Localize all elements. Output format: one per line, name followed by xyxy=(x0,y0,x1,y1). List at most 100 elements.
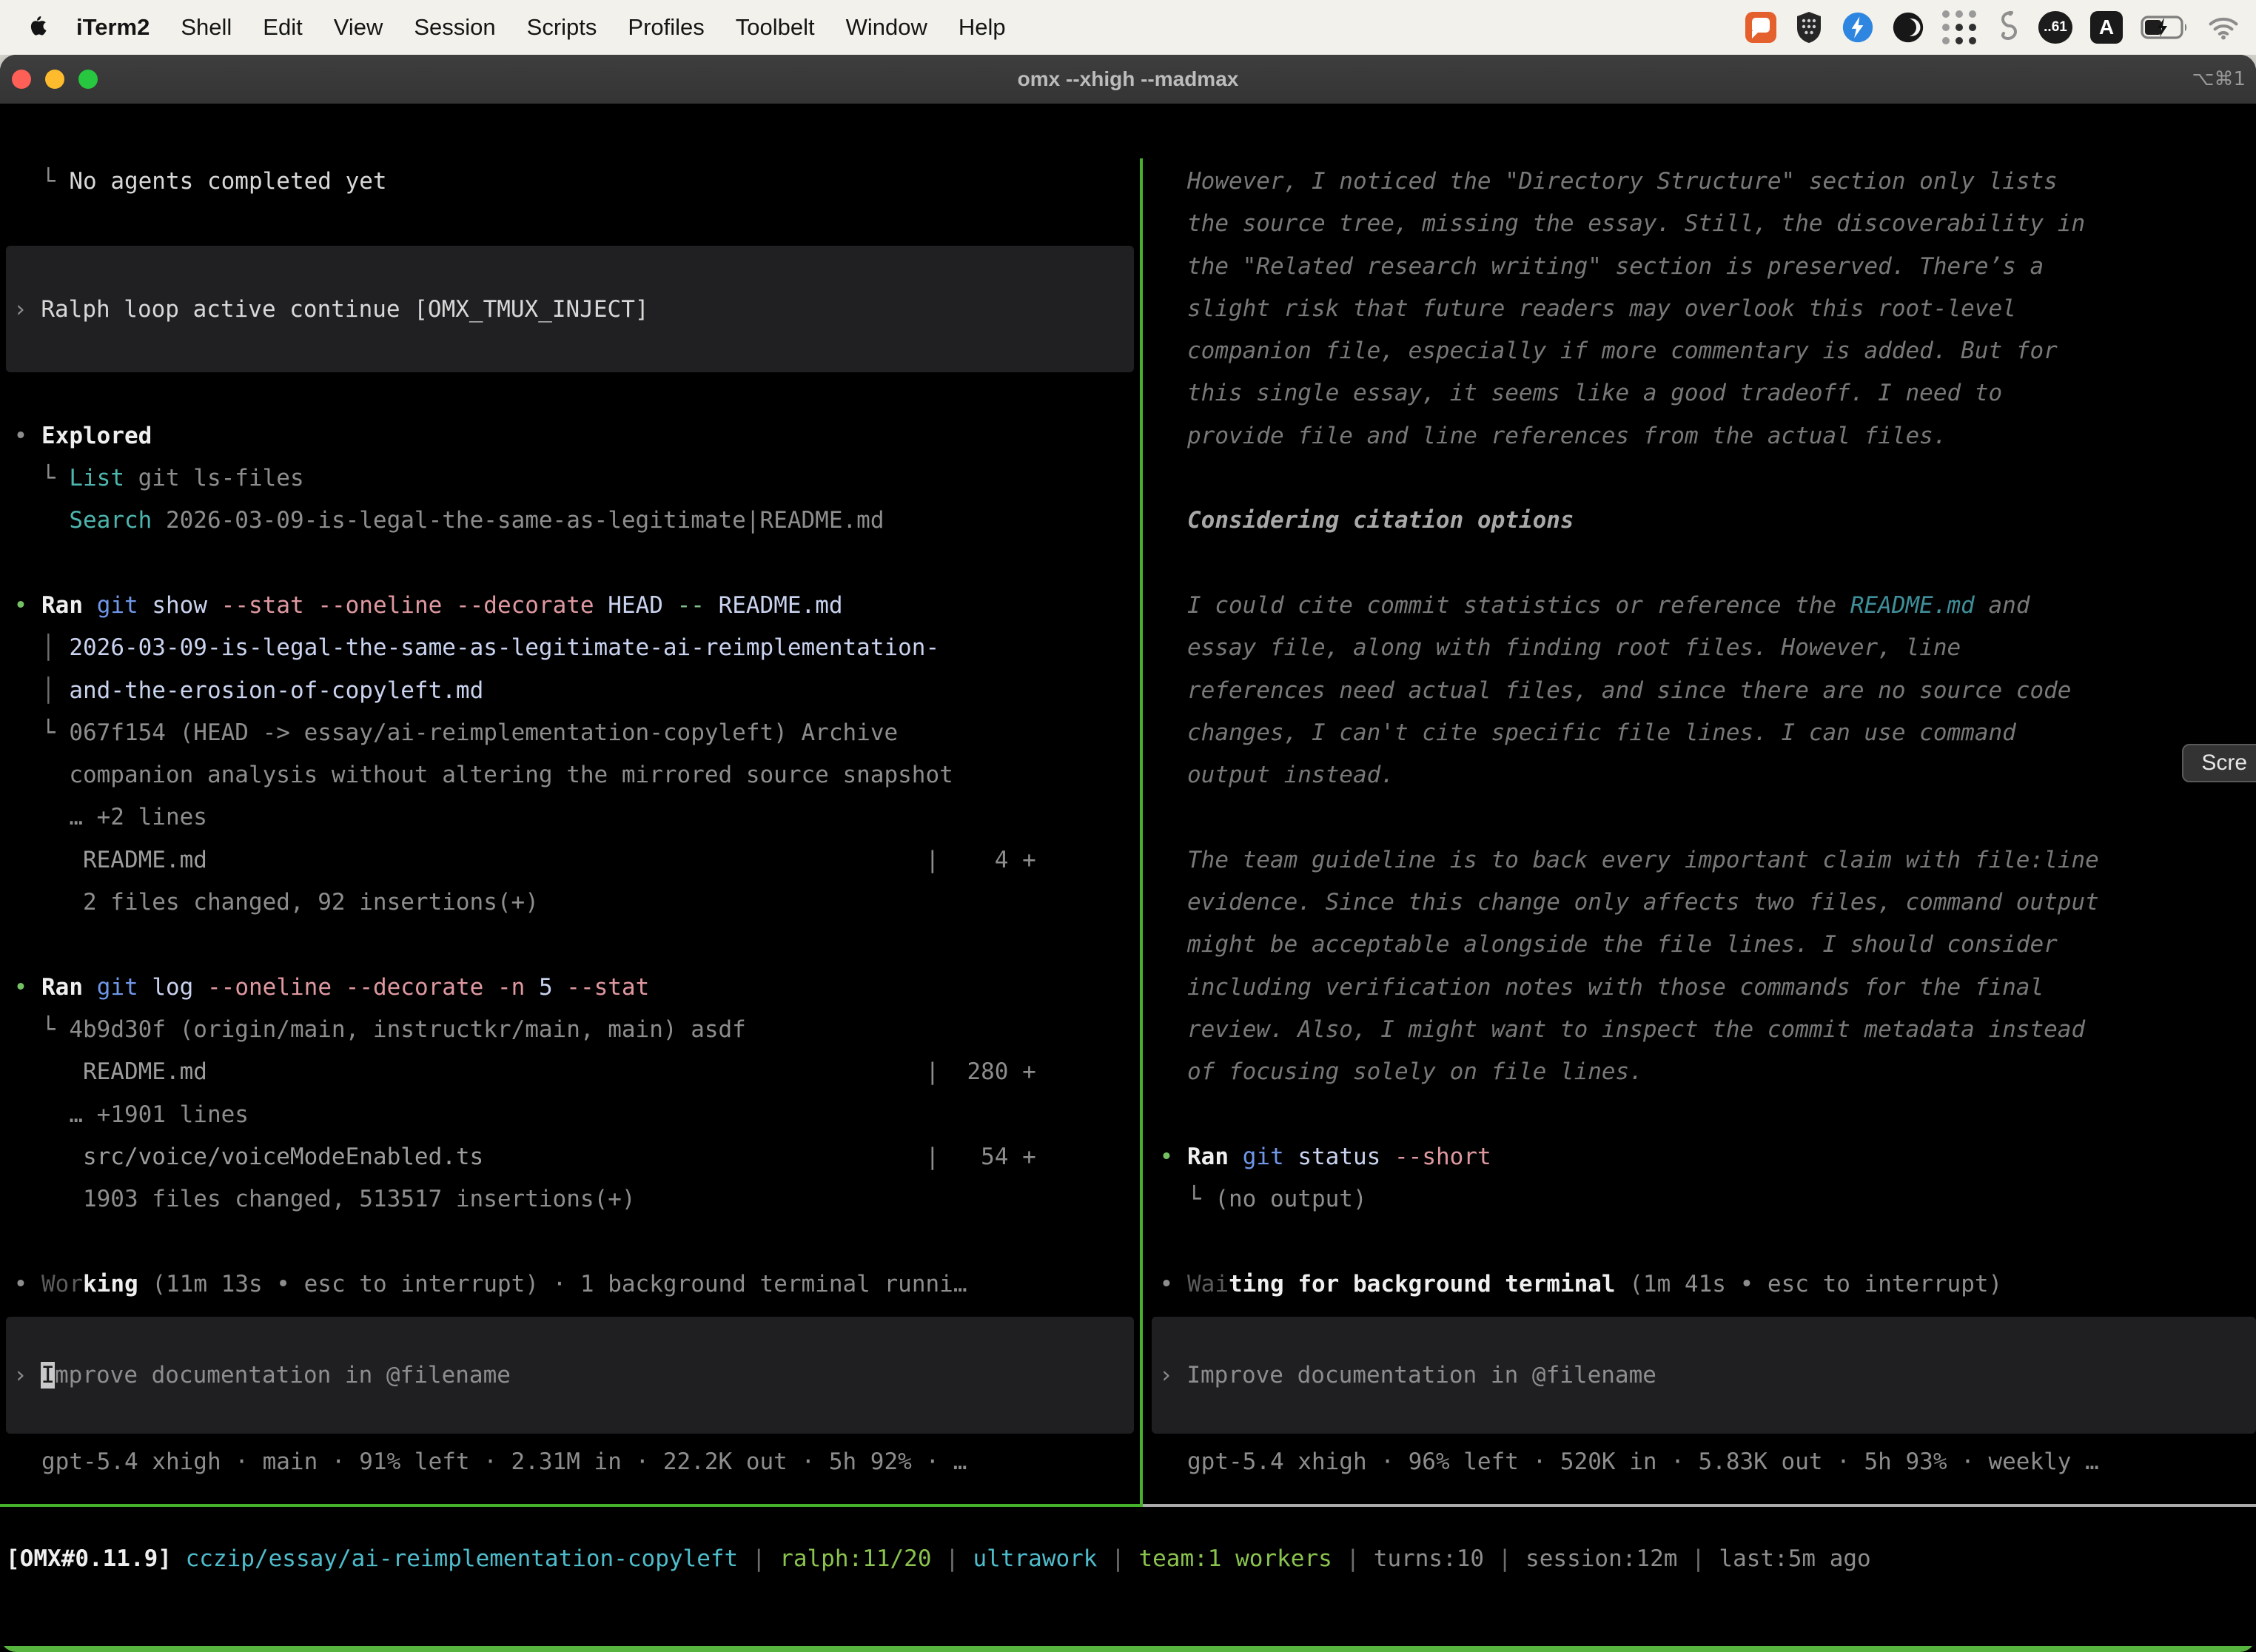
text-segment: review. Also, I might want to inspect th… xyxy=(1146,1016,2085,1043)
text-segment: Ralph loop active continue [OMX_TMUX_INJ… xyxy=(41,296,648,323)
text-segment: src/voice/voiceModeEnabled.ts xyxy=(0,1144,483,1170)
terminal-line: │ and-the-erosion-of-copyleft.md xyxy=(0,670,1140,712)
text-segment: 2026-03-09-is-legal-the-same-as-legitima… xyxy=(69,634,939,661)
text-segment: I xyxy=(41,1362,55,1389)
text-segment: and xyxy=(1975,592,2030,619)
menu-item-window[interactable]: Window xyxy=(830,14,943,41)
text-segment: | xyxy=(1097,1545,1138,1572)
text-segment: 2026-03-09-is-legal-the-same-as-legitima… xyxy=(152,507,884,534)
a-square-label: A xyxy=(2099,16,2114,39)
text-segment: … +1901 lines xyxy=(0,1101,249,1128)
badge-61-icon[interactable]: ..61 xyxy=(2038,11,2072,44)
text-segment: └ xyxy=(1146,1186,1215,1212)
wifi-icon[interactable] xyxy=(2207,15,2240,40)
window-titlebar[interactable]: omx --xhigh --madmax ⌥⌘1 xyxy=(0,55,2256,104)
minimize-button[interactable] xyxy=(45,70,64,89)
prompt-input-right[interactable]: › Improve documentation in @filename xyxy=(1152,1317,2256,1434)
text-segment: | 54 + xyxy=(925,1144,1035,1170)
omx-status-line: [OMX#0.11.9] cczip/essay/ai-reimplementa… xyxy=(6,1538,1871,1580)
menu-item-view[interactable]: View xyxy=(318,14,399,41)
prompt-input-left[interactable]: › Improve documentation in @filename xyxy=(6,1317,1134,1434)
text-segment: cczip/essay/ai-reimplementation-copyleft xyxy=(186,1545,739,1572)
menu-item-scripts[interactable]: Scripts xyxy=(511,14,613,41)
terminal-line: └ (no output) xyxy=(1146,1178,2256,1220)
text-segment: essay file, along with finding root file… xyxy=(1146,634,1961,661)
agent-status-right: gpt-5.4 xhigh · 96% left · 520K in · 5.8… xyxy=(1146,1441,2099,1483)
text-segment: ting for background terminal xyxy=(1229,1271,1616,1297)
text-segment: changes, I can't cite specific file line… xyxy=(1146,719,2016,746)
agent-status-left: gpt-5.4 xhigh · main · 91% left · 2.31M … xyxy=(0,1441,967,1483)
text-segment: Ran xyxy=(41,592,83,619)
moon-circle-icon[interactable] xyxy=(1892,11,1924,44)
zap-circle-icon[interactable] xyxy=(1842,11,1874,44)
terminal-line xyxy=(1146,543,2256,585)
text-segment xyxy=(27,1271,41,1297)
text-segment: README.md xyxy=(0,1058,207,1085)
text-segment: provide file and line references from th… xyxy=(1146,423,1947,449)
a-square-icon[interactable]: A xyxy=(2090,11,2123,44)
menu-item-help[interactable]: Help xyxy=(943,14,1021,41)
dots-grid-icon[interactable] xyxy=(1942,10,1978,45)
text-segment: --oneline --decorate -n xyxy=(207,974,525,1001)
text-segment: 2 files changed, 92 insertions(+) xyxy=(0,889,539,916)
text-segment: │ xyxy=(0,677,69,704)
text-segment: slight risk that future readers may over… xyxy=(1146,295,2016,322)
text-segment: … +2 lines xyxy=(0,804,207,830)
text-segment: -- xyxy=(677,592,705,619)
text-segment: • xyxy=(14,592,28,619)
tmux-pane-left[interactable]: └ No agents completed yet› Ralph loop ac… xyxy=(0,158,1140,1507)
terminal-line: └ 067f154 (HEAD -> essay/ai-reimplementa… xyxy=(0,712,1140,754)
menu-item-session[interactable]: Session xyxy=(398,14,511,41)
text-segment: 4b9d30f (origin/main, instructkr/main, m… xyxy=(69,1016,746,1043)
text-segment xyxy=(1173,1144,1187,1170)
text-segment: (no output) xyxy=(1215,1186,1366,1212)
text-segment: companion file, especially if more comme… xyxy=(1146,338,2058,364)
text-segment: No agents completed yet xyxy=(69,168,386,195)
text-segment: team:1 workers xyxy=(1138,1545,1332,1572)
terminal-line xyxy=(0,1220,1140,1263)
text-segment: • xyxy=(14,1271,28,1297)
menu-items: iTerm2ShellEditViewSessionScriptsProfile… xyxy=(61,14,1021,41)
terminal-line: essay file, along with finding root file… xyxy=(1146,627,2256,669)
text-segment: README.md xyxy=(1850,592,1975,619)
shield-grid-icon[interactable] xyxy=(1794,10,1824,44)
terminal-line: … +1901 lines xyxy=(0,1094,1140,1136)
text-segment: this single essay, it seems like a good … xyxy=(1146,380,2002,406)
text-segment: HEAD xyxy=(594,592,677,619)
macos-menu-bar: iTerm2ShellEditViewSessionScriptsProfile… xyxy=(0,0,2256,55)
text-segment: | xyxy=(1677,1545,1719,1572)
tmux-pane-right[interactable]: However, I noticed the "Directory Struct… xyxy=(1146,158,2256,1507)
close-button[interactable] xyxy=(12,70,31,89)
screen-tooltip-label: Scre xyxy=(2201,751,2247,776)
zoom-button[interactable] xyxy=(78,70,98,89)
apple-menu-icon[interactable] xyxy=(0,15,61,40)
squiggle-icon[interactable] xyxy=(1995,10,2021,45)
terminal-line: … +2 lines xyxy=(0,796,1140,839)
pane-divider[interactable] xyxy=(1140,158,1143,1507)
text-segment: Wai xyxy=(1187,1271,1229,1297)
text-segment: │ xyxy=(0,634,69,661)
terminal-line xyxy=(1146,457,2256,500)
terminal-line: • Explored xyxy=(0,415,1140,457)
text-segment: of focusing solely on file lines. xyxy=(1146,1058,1643,1085)
terminal-line xyxy=(1146,1220,2256,1263)
chat-badge-icon[interactable] xyxy=(1745,12,1776,43)
battery-charging-icon[interactable] xyxy=(2141,16,2189,39)
menu-item-shell[interactable]: Shell xyxy=(165,14,247,41)
menu-item-iterm2[interactable]: iTerm2 xyxy=(61,14,165,41)
text-segment xyxy=(0,423,14,449)
terminal-line: companion analysis without altering the … xyxy=(0,754,1140,796)
text-segment: git ls-files xyxy=(124,465,304,491)
menu-item-toolbelt[interactable]: Toolbelt xyxy=(720,14,830,41)
traffic-lights xyxy=(12,70,98,89)
text-segment: and-the-erosion-of-copyleft.md xyxy=(69,677,483,704)
text-segment xyxy=(0,592,14,619)
text-segment: Improve documentation in @filename xyxy=(1186,1362,1656,1389)
terminal-line: └ List git ls-files xyxy=(0,457,1140,500)
terminal-line: provide file and line references from th… xyxy=(1146,415,2256,457)
text-segment xyxy=(207,1058,926,1085)
menu-item-edit[interactable]: Edit xyxy=(247,14,318,41)
terminal-line: Search 2026-03-09-is-legal-the-same-as-l… xyxy=(0,500,1140,542)
menu-item-profiles[interactable]: Profiles xyxy=(612,14,719,41)
text-segment: evidence. Since this change only affects… xyxy=(1146,889,2099,916)
